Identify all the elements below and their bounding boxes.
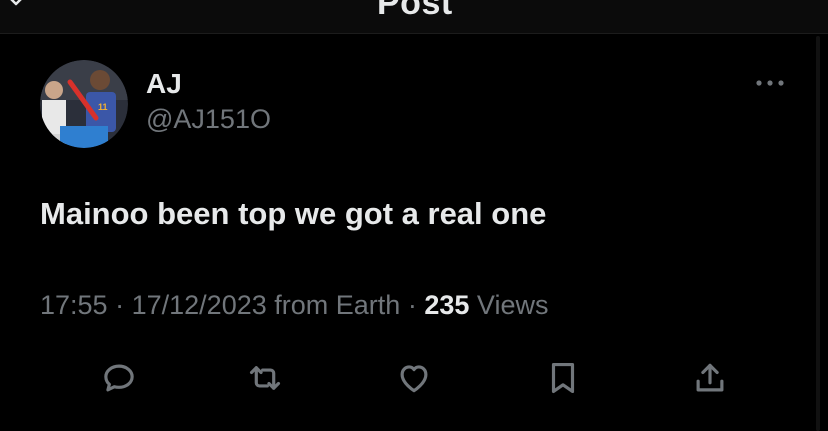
back-arrow-icon[interactable] [6, 0, 26, 8]
tweet-date[interactable]: 17/12/2023 [132, 290, 267, 320]
like-button[interactable] [393, 358, 435, 398]
share-icon [696, 363, 724, 392]
repost-icon [249, 366, 281, 390]
svg-text:11: 11 [98, 102, 108, 112]
author-name[interactable]: AJ [146, 68, 182, 100]
views-label[interactable]: Views [477, 290, 549, 320]
tweet-meta: 17:55 · 17/12/2023 from Earth · 235 View… [40, 290, 548, 321]
top-header: Post [0, 0, 828, 34]
heart-icon [400, 365, 428, 393]
tweet-time[interactable]: 17:55 [40, 290, 108, 320]
meta-separator: · [115, 290, 125, 320]
tweet-text: Mainoo been top we got a real one [40, 196, 547, 231]
tweet-source: from Earth [274, 290, 401, 320]
avatar-image: 11 [40, 60, 128, 148]
repost-button[interactable] [244, 358, 286, 398]
bookmark-button[interactable] [542, 358, 584, 398]
reply-button[interactable] [98, 358, 140, 398]
author-handle[interactable]: @AJ151O [146, 104, 271, 135]
views-count[interactable]: 235 [424, 290, 469, 320]
more-dots-icon[interactable] [754, 76, 786, 90]
scrollbar[interactable] [816, 36, 820, 431]
post-page: Post 11 AJ @AJ151O Mainoo been top we go… [0, 0, 828, 431]
reply-icon [104, 364, 134, 392]
meta-separator: · [407, 290, 417, 320]
header-title: Post [377, 0, 453, 22]
share-button[interactable] [689, 358, 731, 398]
bookmark-icon [551, 362, 575, 394]
avatar[interactable]: 11 [40, 60, 128, 148]
